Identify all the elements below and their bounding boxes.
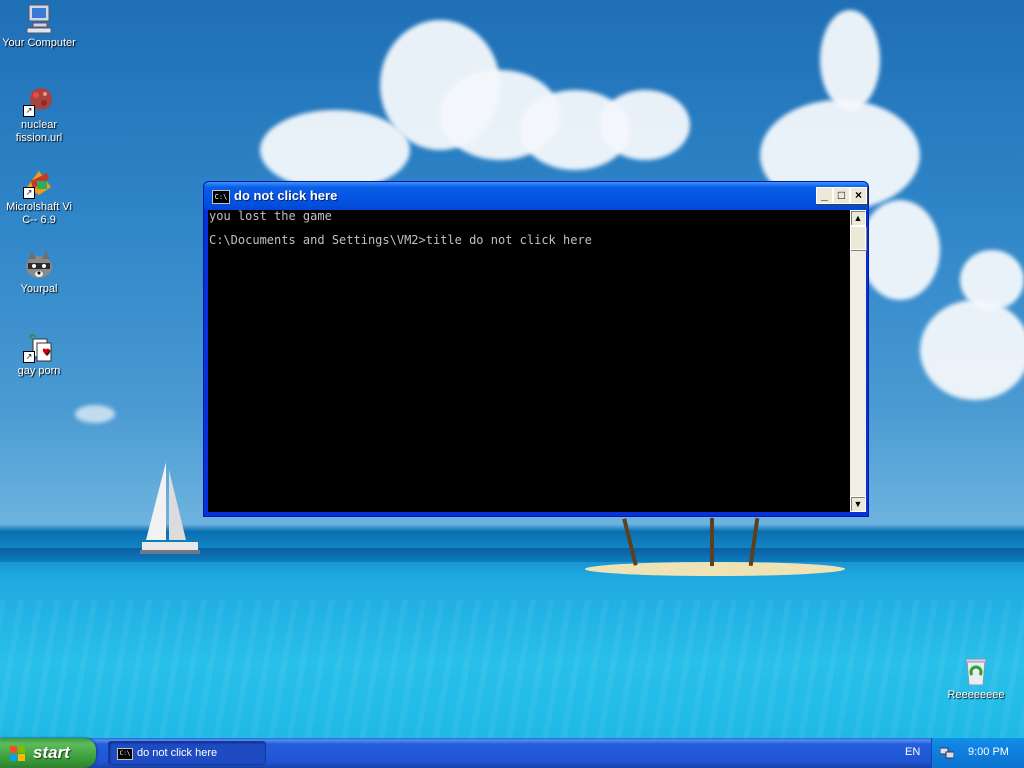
desktop-icon-label: gay porn bbox=[17, 365, 61, 377]
taskbar-button-label: do not click here bbox=[137, 747, 218, 759]
window-title: do not click here bbox=[234, 188, 338, 203]
desktop-icon-label: Microlshaft Vi C-- 6.9 bbox=[6, 201, 72, 226]
windows-logo-icon bbox=[10, 746, 26, 762]
desktop-icon-game[interactable]: ♥ ↗ gay porn bbox=[0, 331, 79, 378]
desktop-icon-label: Yourpal bbox=[20, 283, 58, 295]
command-prompt-window[interactable]: C:\ do not click here _ □ × you lost the… bbox=[203, 181, 869, 517]
clock[interactable]: 9:00 PM bbox=[968, 746, 1009, 758]
desktop-wallpaper: Your Computer ↗ nuclear fission.url ↗ Mi… bbox=[0, 0, 1024, 738]
taskbar: start C:\ do not click here EN 9:00 PM bbox=[0, 738, 1024, 768]
start-label: start bbox=[33, 743, 70, 762]
shortcut-arrow-icon: ↗ bbox=[23, 105, 35, 117]
desktop-icon-label: Your Computer bbox=[2, 37, 76, 49]
taskbar-button-cmd[interactable]: C:\ do not click here bbox=[108, 741, 266, 765]
window-titlebar[interactable]: C:\ do not click here _ □ × bbox=[204, 182, 868, 210]
shortcut-arrow-icon: ↗ bbox=[23, 351, 35, 363]
desktop-icon-yourpal[interactable]: Yourpal bbox=[0, 249, 79, 296]
shortcut-arrow-icon: ↗ bbox=[23, 187, 35, 199]
my-computer-icon bbox=[23, 3, 55, 35]
raccoon-icon bbox=[23, 249, 55, 281]
cmd-icon: C:\ bbox=[117, 748, 133, 760]
scroll-thumb[interactable] bbox=[850, 226, 866, 250]
minimize-button[interactable]: _ bbox=[816, 187, 833, 204]
scroll-down-button[interactable]: ▼ bbox=[850, 496, 866, 512]
cards-game-icon: ♥ ↗ bbox=[23, 331, 55, 363]
scroll-up-button[interactable]: ▲ bbox=[850, 210, 866, 226]
desktop-icon-recycle-bin[interactable]: Reeeeeeee bbox=[940, 655, 1012, 701]
console-line: C:\Documents and Settings\VM2>title do n… bbox=[209, 233, 592, 247]
console-line: you lost the game bbox=[209, 209, 332, 223]
language-indicator[interactable]: EN bbox=[905, 746, 920, 758]
maximize-button[interactable]: □ bbox=[833, 187, 850, 204]
cmd-icon: C:\ bbox=[212, 190, 230, 204]
start-button[interactable]: start bbox=[0, 738, 96, 768]
internet-shortcut-icon: ↗ bbox=[23, 85, 55, 117]
console-output[interactable]: you lost the game C:\Documents and Setti… bbox=[208, 210, 850, 512]
desktop-icon-label: Reeeeeeee bbox=[947, 689, 1005, 701]
close-button[interactable]: × bbox=[850, 187, 867, 204]
desktop-icon-label: nuclear fission.url bbox=[15, 119, 63, 144]
desktop-icon-your-computer[interactable]: Your Computer bbox=[0, 3, 79, 50]
svg-text:♥: ♥ bbox=[42, 348, 50, 358]
network-icon[interactable] bbox=[940, 746, 954, 759]
desktop-icon-microlshaft[interactable]: ↗ Microlshaft Vi C-- 6.9 bbox=[0, 167, 79, 227]
recycle-bin-icon bbox=[960, 655, 992, 687]
visual-cpp-icon: ↗ bbox=[23, 167, 55, 199]
vertical-scrollbar[interactable]: ▲ ▼ bbox=[850, 210, 866, 512]
desktop-icon-nuclear-fission[interactable]: ↗ nuclear fission.url bbox=[0, 85, 79, 145]
system-tray: 9:00 PM bbox=[931, 738, 1024, 768]
sailboat-image bbox=[140, 462, 200, 554]
